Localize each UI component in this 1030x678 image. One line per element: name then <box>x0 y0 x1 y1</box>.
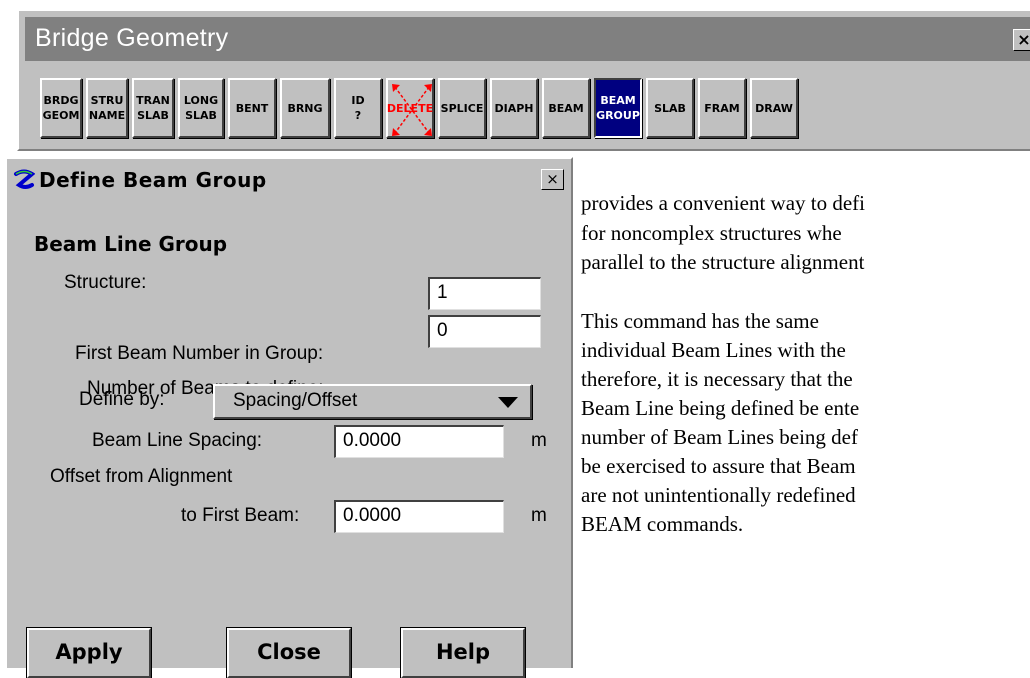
doc-line: therefore, it is necessary that the <box>581 367 853 391</box>
beam-group-button[interactable]: BEAM GROUP <box>594 78 642 138</box>
structure-label: Structure: <box>64 272 147 293</box>
first-beam-label: First Beam Number in Group: <box>75 343 324 364</box>
first-beam-number-input[interactable]: 1 <box>428 277 541 310</box>
id-button[interactable]: ID ? <box>334 78 382 138</box>
close-icon[interactable]: × <box>1013 29 1030 51</box>
triangle-down-icon <box>498 397 518 408</box>
define-by-value: Spacing/Offset <box>233 390 358 411</box>
spacing-unit: m <box>531 430 547 451</box>
offset-unit: m <box>531 505 547 526</box>
beam-button[interactable]: BEAM <box>542 78 590 138</box>
doc-line: Beam Line being defined be ente <box>581 396 860 420</box>
define-by-select[interactable]: Spacing/Offset <box>213 384 532 419</box>
diaph-button[interactable]: DIAPH <box>490 78 538 138</box>
define-beam-group-dialog: Define Beam Group × Beam Line Group Stru… <box>5 157 573 678</box>
fram-button[interactable]: FRAM <box>698 78 746 138</box>
dialog-title: Define Beam Group <box>39 168 267 192</box>
stru-name-button[interactable]: STRU NAME <box>86 78 128 138</box>
bridge-geometry-title: Bridge Geometry <box>35 24 229 52</box>
offset-to-first-beam-input[interactable]: 0.0000 <box>334 500 504 533</box>
bridge-geometry-title-bar[interactable]: Bridge Geometry × <box>25 17 1030 61</box>
doc-line: parallel to the structure alignment <box>581 250 865 274</box>
doc-line: for noncomplex structures whe <box>581 221 842 245</box>
spacing-label: Beam Line Spacing: <box>92 430 263 451</box>
beam-line-spacing-input[interactable]: 0.0000 <box>334 425 504 458</box>
doc-line: are not unintentionally redefined <box>581 483 856 507</box>
brdg-geom-button[interactable]: BRDG GEOM <box>40 78 82 138</box>
doc-line: This command has the same <box>581 309 819 333</box>
delete-button[interactable]: DELETE <box>386 78 434 138</box>
doc-line: be exercised to assure that Beam <box>581 454 856 478</box>
doc-line: provides a convenient way to defi <box>581 191 865 215</box>
brng-button[interactable]: BRNG <box>280 78 330 138</box>
define-by-label: Define by: <box>79 389 165 410</box>
number-of-beams-input[interactable]: 0 <box>428 315 541 348</box>
long-slab-button[interactable]: LONG SLAB <box>178 78 224 138</box>
close-button[interactable]: Close <box>226 627 352 678</box>
apply-button[interactable]: Apply <box>26 627 152 678</box>
doc-line: BEAM commands. <box>581 512 744 536</box>
close-icon[interactable]: × <box>541 169 564 190</box>
bridge-geometry-window: Bridge Geometry × BRDG GEOM STRU NAME TR… <box>17 9 1030 151</box>
splice-button[interactable]: SPLICE <box>438 78 486 138</box>
draw-button[interactable]: DRAW <box>750 78 798 138</box>
app-logo-icon <box>13 169 35 191</box>
section-title: Beam Line Group <box>34 232 228 256</box>
doc-line: number of Beam Lines being def <box>581 425 858 449</box>
help-button[interactable]: Help <box>400 627 526 678</box>
slab-button[interactable]: SLAB <box>646 78 694 138</box>
doc-line: individual Beam Lines with the <box>581 338 846 362</box>
delete-button-label: DELETE <box>386 101 434 115</box>
tran-slab-button[interactable]: TRAN SLAB <box>132 78 174 138</box>
offset-label: Offset from Alignment <box>50 466 233 487</box>
bent-button[interactable]: BENT <box>228 78 276 138</box>
offset-label-2: to First Beam: <box>181 505 300 526</box>
